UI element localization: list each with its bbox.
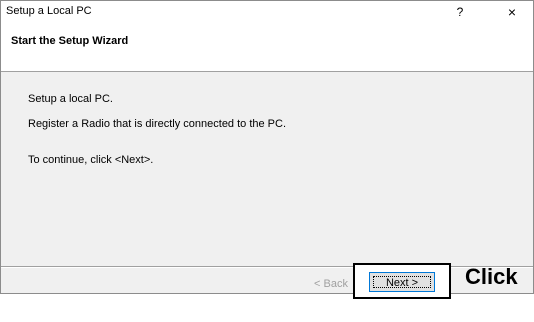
click-annotation: Click bbox=[465, 264, 518, 289]
button-separator bbox=[1, 266, 533, 268]
next-button[interactable]: Next > bbox=[369, 272, 435, 292]
next-button-label: Next > bbox=[385, 277, 419, 289]
window-title: Setup a Local PC bbox=[6, 5, 92, 17]
help-button[interactable]: ? bbox=[445, 1, 475, 23]
back-button[interactable]: < Back bbox=[305, 274, 357, 294]
wizard-header: Start the Setup Wizard bbox=[1, 23, 533, 72]
close-button[interactable]: × bbox=[497, 1, 527, 23]
setup-wizard-dialog: Setup a Local PC ? × Start the Setup Wiz… bbox=[0, 0, 534, 294]
title-bar: Setup a Local PC ? × bbox=[1, 1, 533, 23]
page-title: Start the Setup Wizard bbox=[11, 35, 129, 47]
wizard-content: Setup a local PC. Register a Radio that … bbox=[1, 72, 533, 254]
description-line-2: Register a Radio that is directly connec… bbox=[28, 118, 287, 130]
description-line-1: Setup a local PC. bbox=[28, 93, 113, 105]
description-line-3: To continue, click <Next>. bbox=[28, 154, 154, 166]
